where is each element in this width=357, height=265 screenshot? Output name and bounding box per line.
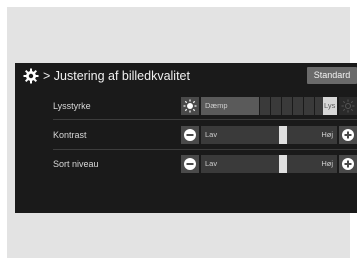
slider-min-label: Lav bbox=[205, 159, 218, 168]
brightness-increase-button[interactable] bbox=[339, 97, 357, 115]
row-divider bbox=[53, 149, 357, 150]
brightness-decrease-button[interactable] bbox=[181, 97, 199, 115]
standard-button[interactable]: Standard bbox=[307, 67, 357, 84]
picture-adjustment-screen: > Justering af billedkvalitet Standard L… bbox=[15, 63, 357, 213]
black-level-slider[interactable]: Lav Høj bbox=[201, 155, 337, 173]
page-title: > Justering af billedkvalitet bbox=[43, 67, 190, 85]
setting-row-contrast: Kontrast Lav Høj bbox=[15, 123, 357, 147]
slider-thumb[interactable] bbox=[279, 126, 287, 144]
black-level-increase-button[interactable] bbox=[339, 155, 357, 173]
slider-min-label: Lav bbox=[205, 130, 218, 139]
slider-thumb[interactable] bbox=[279, 155, 287, 173]
gear-icon[interactable] bbox=[23, 68, 39, 84]
setting-label: Lysstyrke bbox=[53, 101, 91, 111]
contrast-decrease-button[interactable] bbox=[181, 126, 199, 144]
setting-row-brightness: Lysstyrke Dæmp Lys bbox=[15, 94, 357, 118]
black-level-decrease-button[interactable] bbox=[181, 155, 199, 173]
slider-max-label: Lys bbox=[324, 101, 336, 110]
header-bar: > Justering af billedkvalitet Standard bbox=[15, 63, 357, 89]
setting-row-black-level: Sort niveau Lav Høj bbox=[15, 152, 357, 176]
chevron-right-icon: > bbox=[43, 69, 51, 83]
setting-label: Kontrast bbox=[53, 130, 87, 140]
row-divider bbox=[53, 119, 357, 120]
contrast-increase-button[interactable] bbox=[339, 126, 357, 144]
slider-min-label: Dæmp bbox=[205, 101, 228, 110]
brightness-slider[interactable]: Dæmp Lys bbox=[201, 97, 337, 115]
setting-label: Sort niveau bbox=[53, 159, 99, 169]
slider-max-label: Høj bbox=[321, 130, 333, 139]
contrast-slider[interactable]: Lav Høj bbox=[201, 126, 337, 144]
slider-max-label: Høj bbox=[321, 159, 333, 168]
page-title-text: Justering af billedkvalitet bbox=[53, 69, 190, 83]
